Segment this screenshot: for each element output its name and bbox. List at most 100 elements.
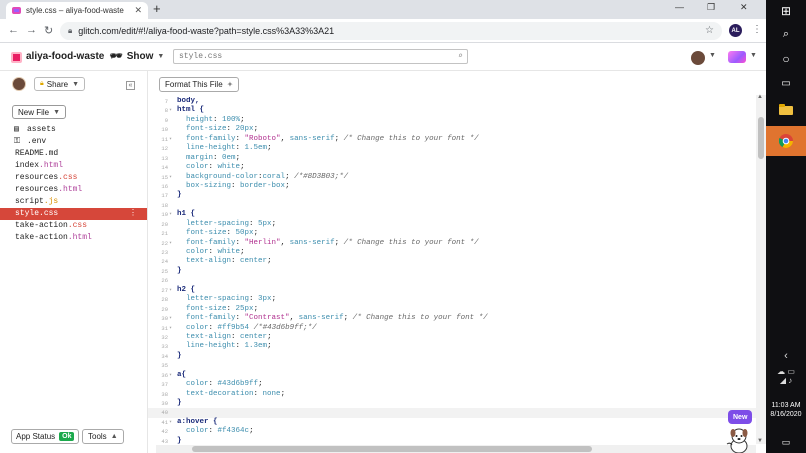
file-list-item[interactable]: take-action.html <box>0 232 147 244</box>
file-explorer-icon[interactable] <box>766 102 806 120</box>
notification-icon[interactable]: ▭ <box>766 437 806 448</box>
code-line[interactable]: 7 body, <box>148 97 758 106</box>
file-list-item[interactable]: take-action.css <box>0 220 147 232</box>
url-field[interactable]: 🔒︎ glitch.com/edit/#!/aliya-food-waste?p… <box>60 22 722 40</box>
code-line[interactable]: 11 ▾ font-family: "Roboto", sans-serif; /… <box>148 135 758 144</box>
file-list-item[interactable]: ⚿ .env <box>0 136 147 148</box>
show-button[interactable]: 🕶︎ Show ▼ <box>110 51 164 62</box>
code-line[interactable]: 43} <box>148 437 758 445</box>
browser-profile-avatar[interactable]: AL <box>729 24 742 37</box>
code-line[interactable]: 35 <box>148 361 758 370</box>
code-line[interactable]: 21 font-size: 50px; <box>148 229 758 238</box>
cortana-icon[interactable]: ○ <box>766 52 806 66</box>
code-line[interactable]: 41 ▾ a:hover { <box>148 418 758 427</box>
format-file-button[interactable]: Format This File ✦ <box>159 77 240 92</box>
code-line[interactable]: 19 ▾ h1 { <box>148 210 758 219</box>
fold-toggle-icon[interactable]: ▾ <box>169 286 172 295</box>
file-options-icon[interactable]: ⋮ <box>129 208 137 220</box>
code-line[interactable]: 18 <box>148 201 758 210</box>
file-list-item[interactable]: script.js <box>0 196 147 208</box>
code-line[interactable]: 42 color: #f4364c; <box>148 427 758 436</box>
file-list-item[interactable]: resources.html <box>0 184 147 196</box>
user-avatar[interactable] <box>691 51 705 65</box>
code-line[interactable]: 13 margin: 0em; <box>148 154 758 163</box>
code-line[interactable]: 34} <box>148 352 758 361</box>
new-badge-button[interactable]: New <box>728 410 753 424</box>
maximize-icon[interactable]: ❐ <box>707 2 715 13</box>
browser-menu-icon[interactable]: ⋮ <box>752 24 762 35</box>
glitch-dog-mascot-icon[interactable] <box>724 426 754 453</box>
fold-toggle-icon[interactable]: ▾ <box>169 210 172 219</box>
code-line[interactable]: 39} <box>148 399 758 408</box>
fold-toggle-icon[interactable]: ▾ <box>169 324 172 333</box>
tab-close-icon[interactable]: ✕ <box>134 5 142 16</box>
code-line[interactable]: 40 <box>148 408 758 418</box>
code-line[interactable]: 33 line-height: 1.3em; <box>148 342 758 351</box>
code-line[interactable]: 22 ▾ font-family: "Herlin", sans-serif; /… <box>148 239 758 248</box>
app-status-button[interactable]: App Status Ok <box>11 429 80 444</box>
file-list-item[interactable]: README.md <box>0 148 147 160</box>
new-tab-button[interactable]: + <box>153 2 161 16</box>
chevron-down-icon[interactable]: ▼ <box>709 52 716 59</box>
vertical-scrollbar[interactable]: ▲ ▼ <box>756 94 766 444</box>
windows-start-icon[interactable]: ⊞ <box>766 4 806 18</box>
chrome-taskbar-button[interactable] <box>766 126 806 156</box>
chevron-left-icon[interactable]: ‹ <box>766 350 806 362</box>
code-line[interactable]: 9 height: 100%; <box>148 116 758 125</box>
code-line[interactable]: 20 letter-spacing: 5px; <box>148 220 758 229</box>
collapse-sidebar-button[interactable]: « <box>126 81 135 90</box>
fold-toggle-icon[interactable]: ▾ <box>169 173 172 182</box>
code-editor[interactable]: Format This File ✦ 7 body, 8 ▾ html {9 heigh… <box>148 71 766 453</box>
code-line[interactable]: 38 text-decoration: none; <box>148 390 758 399</box>
file-list-item[interactable]: ▤ assets <box>0 124 147 136</box>
new-file-button[interactable]: New File ▼ <box>12 105 67 119</box>
share-button[interactable]: 🔒︎ Share ▼ <box>34 77 86 91</box>
file-list-item[interactable]: style.css ⋮ <box>0 208 147 220</box>
code-line[interactable]: 26 <box>148 276 758 285</box>
file-list-item[interactable]: index.html <box>0 160 147 172</box>
code-line[interactable]: 32 text-align: center; <box>148 333 758 342</box>
fold-toggle-icon[interactable]: ▾ <box>169 106 172 115</box>
code-line[interactable]: 36 ▾ a{ <box>148 371 758 380</box>
fold-toggle-icon[interactable]: ▾ <box>169 371 172 380</box>
code-line[interactable]: 15 ▾ background-color:coral; /*#8D3B03;*/ <box>148 173 758 182</box>
chevron-down-icon[interactable]: ▼ <box>750 52 757 59</box>
code-line[interactable]: 16 box-sizing: border-box; <box>148 182 758 191</box>
system-tray-icons[interactable]: ☁ ▭ ◢ ♪ <box>766 367 806 385</box>
scroll-down-icon[interactable]: ▼ <box>757 438 763 444</box>
scroll-up-icon[interactable]: ▲ <box>757 94 763 100</box>
code-line[interactable]: 28 letter-spacing: 3px; <box>148 295 758 304</box>
code-line[interactable]: 10 font-size: 20px; <box>148 125 758 134</box>
code-line[interactable]: 12 line-height: 1.5em; <box>148 144 758 153</box>
search-icon[interactable]: ⌕ <box>766 28 806 41</box>
fold-toggle-icon[interactable]: ▾ <box>169 239 172 248</box>
code-area[interactable]: 7 body, 8 ▾ html {9 height: 100%; 10 font-siz… <box>148 97 758 445</box>
project-name-button[interactable]: aliya-food-waste ▼ <box>26 51 115 62</box>
horizontal-scrollbar[interactable] <box>156 445 756 453</box>
collaborator-avatar[interactable] <box>12 77 26 91</box>
code-line[interactable]: 31 ▾ color: #ff9b54 /*#43d6b9ff;*/ <box>148 324 758 333</box>
file-search-input[interactable]: style.css ⌕ <box>173 49 468 64</box>
code-line[interactable]: 24 text-align: center; <box>148 257 758 266</box>
code-line[interactable]: 8 ▾ html { <box>148 106 758 115</box>
fold-toggle-icon[interactable]: ▾ <box>169 314 172 323</box>
code-line[interactable]: 17} <box>148 191 758 200</box>
code-line[interactable]: 23 color: white; <box>148 248 758 257</box>
code-line[interactable]: 27 ▾ h2 { <box>148 286 758 295</box>
back-icon[interactable]: ← <box>8 24 19 36</box>
reload-icon[interactable]: ↻ <box>44 24 53 37</box>
code-line[interactable]: 30 ▾ font-family: "Contrast", sans-serif;… <box>148 314 758 323</box>
scrollbar-thumb[interactable] <box>192 446 592 452</box>
code-line[interactable]: 37 color: #43d6b9ff; <box>148 380 758 389</box>
fold-toggle-icon[interactable]: ▾ <box>169 135 172 144</box>
browser-tab[interactable]: style.css – aliya-food-waste ✕ <box>6 2 148 19</box>
forward-icon[interactable]: → <box>26 24 37 36</box>
file-list-item[interactable]: resources.css <box>0 172 147 184</box>
minimize-icon[interactable]: — <box>675 2 684 12</box>
fold-toggle-icon[interactable]: ▾ <box>169 418 172 427</box>
taskbar-clock[interactable]: 11:03 AM 8/16/2020 <box>766 401 806 419</box>
tools-button[interactable]: Tools ▲ <box>82 429 124 444</box>
window-close-icon[interactable]: ✕ <box>740 2 748 13</box>
code-line[interactable]: 25} <box>148 267 758 276</box>
bookmark-star-icon[interactable]: ☆ <box>705 25 714 36</box>
